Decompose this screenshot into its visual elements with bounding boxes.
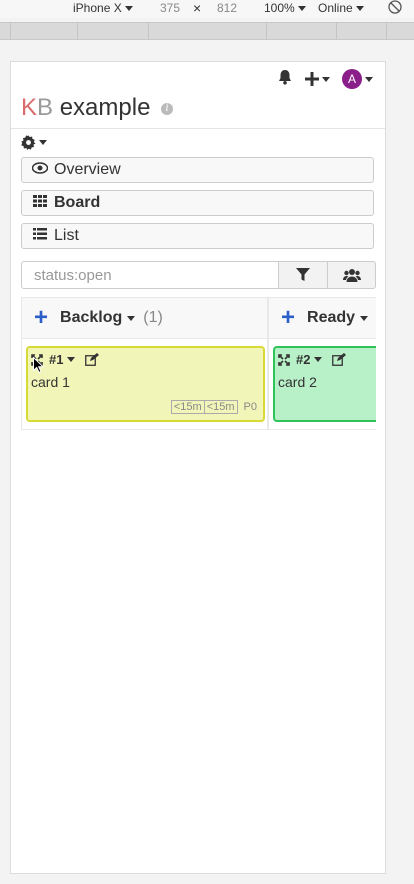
overview-label: Overview — [54, 161, 121, 178]
filter-button[interactable] — [278, 261, 328, 289]
list-label: List — [54, 227, 79, 244]
column-header: + Backlog (1) — [22, 298, 267, 339]
width-field[interactable]: 375 — [160, 1, 180, 15]
time-spent: <15m — [203, 401, 237, 413]
column-title[interactable]: Backlog — [60, 309, 122, 327]
column-header: + Ready — [269, 298, 376, 339]
chevron-down-icon[interactable] — [127, 315, 136, 321]
card-header: #2 — [278, 352, 347, 367]
add-card-plus-icon[interactable]: + — [281, 306, 295, 330]
gear-icon — [21, 135, 36, 150]
app-viewport: A KB example i Overview Board List statu… — [10, 61, 386, 874]
chevron-down-icon — [39, 140, 47, 145]
time-estimate-box: <15m <15m — [170, 400, 238, 414]
add-menu-button[interactable] — [305, 72, 330, 86]
bell-icon[interactable] — [277, 69, 293, 90]
card-footer: <15m <15m P0 — [170, 400, 257, 414]
card-title: card 1 — [31, 374, 70, 390]
chevron-down-icon[interactable] — [314, 357, 323, 362]
chevron-down-icon — [322, 76, 330, 82]
column-count: (1) — [143, 309, 163, 326]
card[interactable]: #2 card 2 — [273, 346, 376, 422]
chevron-down-icon[interactable] — [360, 315, 369, 321]
priority-badge: P0 — [243, 401, 257, 413]
user-menu-button[interactable]: A — [342, 69, 373, 89]
dimension-separator: × — [193, 0, 202, 16]
device-select[interactable]: iPhone X — [73, 1, 134, 15]
header-icons: A — [277, 68, 373, 90]
card[interactable]: #1 card 1 <15m <15m P0 — [26, 346, 265, 422]
height-field[interactable]: 812 — [217, 1, 237, 15]
devtools-toolbar: iPhone X 375 × 812 100% Online — [0, 0, 414, 18]
edit-icon[interactable] — [332, 353, 347, 366]
users-filter-button[interactable] — [327, 261, 376, 289]
zoom-select[interactable]: 100% — [264, 1, 307, 15]
list-icon — [32, 227, 48, 245]
chevron-down-icon — [356, 6, 365, 12]
board-button[interactable]: Board — [21, 190, 374, 216]
network-label: Online — [318, 1, 353, 15]
time-estimated: <15m — [173, 401, 202, 413]
page-title: KB example i — [21, 94, 174, 122]
list-button[interactable]: List — [21, 223, 374, 249]
rotate-icon[interactable] — [388, 0, 402, 17]
device-label: iPhone X — [73, 1, 122, 15]
card-id[interactable]: #2 — [296, 352, 310, 367]
column-title[interactable]: Ready — [307, 309, 355, 327]
filter-icon — [296, 268, 310, 281]
info-icon[interactable]: i — [161, 102, 174, 115]
edit-icon[interactable] — [85, 353, 100, 366]
project-name: example — [53, 94, 151, 121]
users-icon — [342, 269, 361, 282]
mouse-cursor-icon — [33, 357, 44, 373]
overview-button[interactable]: Overview — [21, 157, 374, 183]
settings-menu-button[interactable] — [21, 135, 47, 150]
filter-input[interactable]: status:open — [21, 261, 279, 289]
add-card-plus-icon[interactable]: + — [34, 306, 48, 330]
network-select[interactable]: Online — [318, 1, 365, 15]
grid-icon — [32, 194, 48, 212]
column-backlog: + Backlog (1) #1 card 1 <15m <15m P0 — [21, 297, 268, 430]
eye-icon — [31, 161, 49, 179]
kanban-board: + Backlog (1) #1 card 1 <15m <15m P0 + R… — [21, 297, 376, 432]
chevron-down-icon — [125, 6, 134, 12]
media-query-ruler — [0, 22, 414, 40]
chevron-down-icon[interactable] — [67, 357, 76, 362]
chevron-down-icon — [298, 6, 307, 12]
title-logo-k: K — [21, 94, 38, 121]
avatar: A — [342, 69, 362, 89]
expand-icon[interactable] — [278, 353, 290, 366]
column-ready: + Ready #2 card 2 — [268, 297, 376, 430]
card-title: card 2 — [278, 374, 317, 390]
zoom-label: 100% — [264, 1, 295, 15]
header-divider — [11, 128, 385, 129]
plus-icon — [305, 72, 319, 86]
card-id[interactable]: #1 — [49, 352, 63, 367]
title-logo-b: B — [37, 94, 54, 121]
board-label: Board — [54, 194, 101, 211]
chevron-down-icon — [365, 76, 373, 82]
